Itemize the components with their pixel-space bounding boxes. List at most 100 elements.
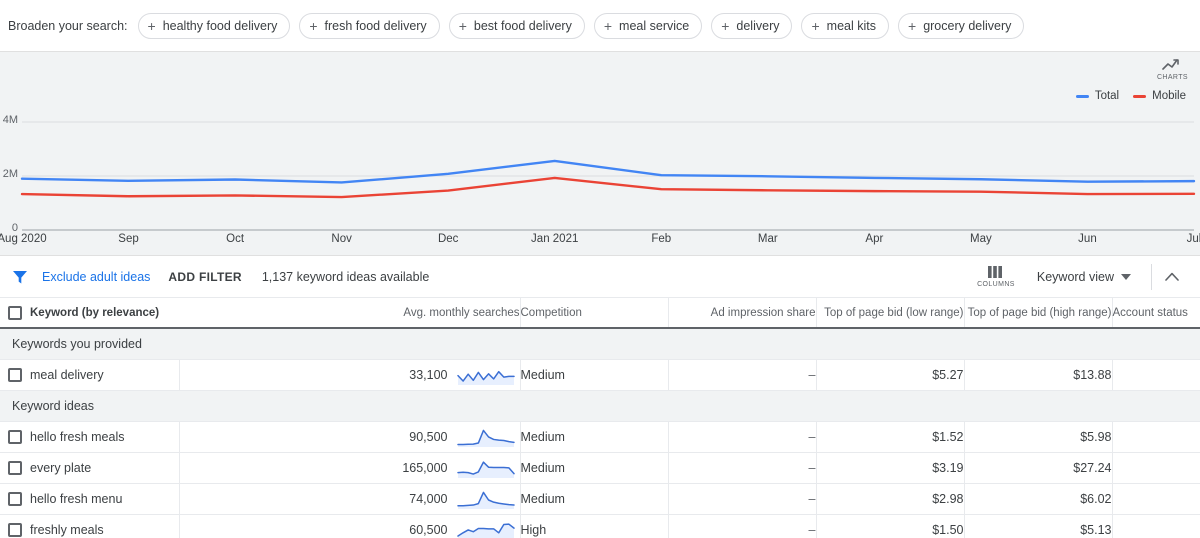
column-header-ad-impression-share[interactable]: Ad impression share (668, 298, 817, 329)
chart-x-tick-label: Dec (437, 233, 459, 245)
broaden-chip-label: meal service (619, 18, 690, 33)
cell-ad-impression-share: – (668, 483, 817, 515)
cell-competition: Medium (520, 452, 669, 484)
cell-account-status (1112, 483, 1200, 515)
broaden-chip-label: healthy food delivery (162, 18, 278, 33)
plus-icon: + (908, 17, 917, 34)
cell-keyword[interactable]: hello fresh meals (30, 421, 180, 453)
broaden-chip[interactable]: + delivery (711, 12, 793, 39)
chart-x-tick-label: Jul (1186, 233, 1200, 245)
row-checkbox[interactable] (8, 460, 22, 475)
cell-bid-high: $5.98 (964, 421, 1113, 453)
broaden-chip-label: fresh food delivery (324, 18, 427, 33)
broaden-chip[interactable]: + healthy food delivery (137, 12, 291, 39)
chart-y-tick-label: 4M (2, 114, 18, 126)
cell-avg-monthly-searches: 165,000 (179, 452, 521, 484)
cell-account-status (1112, 514, 1200, 538)
cell-competition: Medium (520, 359, 669, 391)
broaden-chip-list: + healthy food delivery + fresh food delive… (137, 12, 1025, 39)
chart-x-tick-label: Feb (651, 233, 672, 245)
plus-icon: + (147, 17, 156, 34)
select-all-checkbox[interactable] (8, 305, 22, 320)
cell-bid-high: $13.88 (964, 359, 1113, 391)
keyword-view-label: Keyword view (1036, 269, 1114, 284)
table-row[interactable]: freshly meals 60,500 High – $1.50 $5.13 (0, 514, 1200, 538)
cell-account-status (1112, 421, 1200, 453)
cell-keyword[interactable]: freshly meals (30, 514, 180, 538)
cell-keyword[interactable]: every plate (30, 452, 180, 484)
column-header-account-status[interactable]: Account status (1112, 298, 1200, 329)
keyword-ideas-table: Keyword (by relevance) Avg. monthly sear… (0, 298, 1200, 538)
table-row[interactable]: hello fresh menu 74,000 Medium – $2.98 $6.02 (0, 483, 1200, 515)
broaden-chip[interactable]: + fresh food delivery (299, 12, 440, 39)
cell-ad-impression-share: – (668, 514, 817, 538)
table-group-row: Keyword ideas (0, 390, 1200, 422)
chart-y-tick-label: 2M (2, 168, 18, 180)
table-group-row: Keywords you provided (0, 328, 1200, 360)
table-body: Keywords you provided meal delivery 33,100… (0, 328, 1200, 538)
row-checkbox[interactable] (8, 429, 22, 444)
row-checkbox[interactable] (8, 522, 22, 537)
chart-x-tick-label: Apr (865, 233, 884, 245)
chart-x-axis-labels: Aug 2020 Sep Oct Nov Dec Jan 2021 Feb Mar Apr May… (0, 222, 1200, 245)
cell-ad-impression-share: – (668, 452, 817, 484)
collapse-panel-button[interactable] (1152, 272, 1192, 281)
plus-icon: + (721, 17, 730, 34)
select-all-header-cell (0, 298, 30, 329)
filter-toolbar-left: Exclude adult ideas ADD FILTER 1,137 key… (12, 269, 429, 285)
exclude-adult-ideas-link[interactable]: Exclude adult ideas (42, 270, 150, 284)
cell-bid-high: $6.02 (964, 483, 1113, 515)
cell-bid-low: $2.98 (816, 483, 965, 515)
search-volume-sparkline (456, 522, 515, 538)
cell-avg-monthly-searches: 33,100 (179, 359, 521, 391)
columns-button-label: COLUMNS (977, 281, 1015, 288)
cell-bid-low: $5.27 (816, 359, 965, 391)
cell-bid-high: $27.24 (964, 452, 1113, 484)
search-volume-chart-panel: CHARTS Total Mobile 4M 2M 0 Aug 2020 Sep Oct N… (0, 52, 1200, 256)
add-filter-button[interactable]: ADD FILTER (168, 270, 241, 284)
cell-bid-low: $1.52 (816, 421, 965, 453)
plus-icon: + (811, 17, 820, 34)
broaden-chip[interactable]: + meal service (593, 12, 703, 39)
column-header-avg-monthly-searches[interactable]: Avg. monthly searches (179, 298, 521, 329)
table-row[interactable]: every plate 165,000 Medium – $3.19 $27.24 (0, 452, 1200, 484)
chart-x-tick-label: Jun (1078, 233, 1097, 245)
keyword-view-dropdown[interactable]: Keyword view (1037, 270, 1151, 284)
avg-monthly-searches-value: 33,100 (409, 367, 448, 382)
search-volume-sparkline (456, 460, 515, 478)
broaden-chip[interactable]: + grocery delivery (898, 12, 1025, 39)
cell-competition: Medium (520, 421, 669, 453)
avg-monthly-searches-value: 74,000 (409, 491, 448, 506)
cell-account-status (1112, 452, 1200, 484)
cell-bid-low: $3.19 (816, 452, 965, 484)
broaden-chip[interactable]: + meal kits (801, 12, 889, 39)
cell-keyword[interactable]: meal delivery (30, 359, 180, 391)
broaden-chip-label: best food delivery (473, 18, 572, 33)
broaden-chip[interactable]: + best food delivery (448, 12, 585, 39)
row-checkbox[interactable] (8, 367, 22, 382)
keyword-ideas-available-count: 1,137 keyword ideas available (261, 269, 430, 284)
cell-avg-monthly-searches: 90,500 (179, 421, 521, 453)
cell-competition: Medium (520, 483, 669, 515)
cell-keyword[interactable]: hello fresh menu (30, 483, 180, 515)
row-select-cell (0, 483, 30, 515)
broaden-chip-label: delivery (736, 18, 780, 33)
broaden-search-bar: Broaden your search: + healthy food deliv… (0, 0, 1200, 52)
column-header-bid-high[interactable]: Top of page bid (high range) (964, 298, 1113, 329)
column-header-competition[interactable]: Competition (520, 298, 669, 329)
column-header-keyword[interactable]: Keyword (by relevance) (30, 298, 179, 329)
chart-series-line (20, 159, 1196, 184)
column-header-bid-low[interactable]: Top of page bid (low range) (816, 298, 965, 329)
chevron-down-icon (1121, 273, 1131, 280)
table-group-title: Keywords you provided (0, 328, 1200, 360)
row-checkbox[interactable] (8, 491, 22, 506)
cell-avg-monthly-searches: 74,000 (179, 483, 521, 515)
table-row[interactable]: meal delivery 33,100 Medium – $5.27 $13.88 (0, 359, 1200, 391)
table-header-row: Keyword (by relevance) Avg. monthly sear… (0, 298, 1200, 329)
columns-button[interactable]: COLUMNS (977, 265, 1015, 288)
filter-funnel-icon[interactable] (12, 269, 28, 285)
chart-x-tick-label: Mar (757, 233, 778, 245)
table-row[interactable]: hello fresh meals 90,500 Medium – $1.52 $5.98 (0, 421, 1200, 453)
cell-bid-low: $1.50 (816, 514, 965, 538)
broaden-chip-label: meal kits (826, 18, 876, 33)
